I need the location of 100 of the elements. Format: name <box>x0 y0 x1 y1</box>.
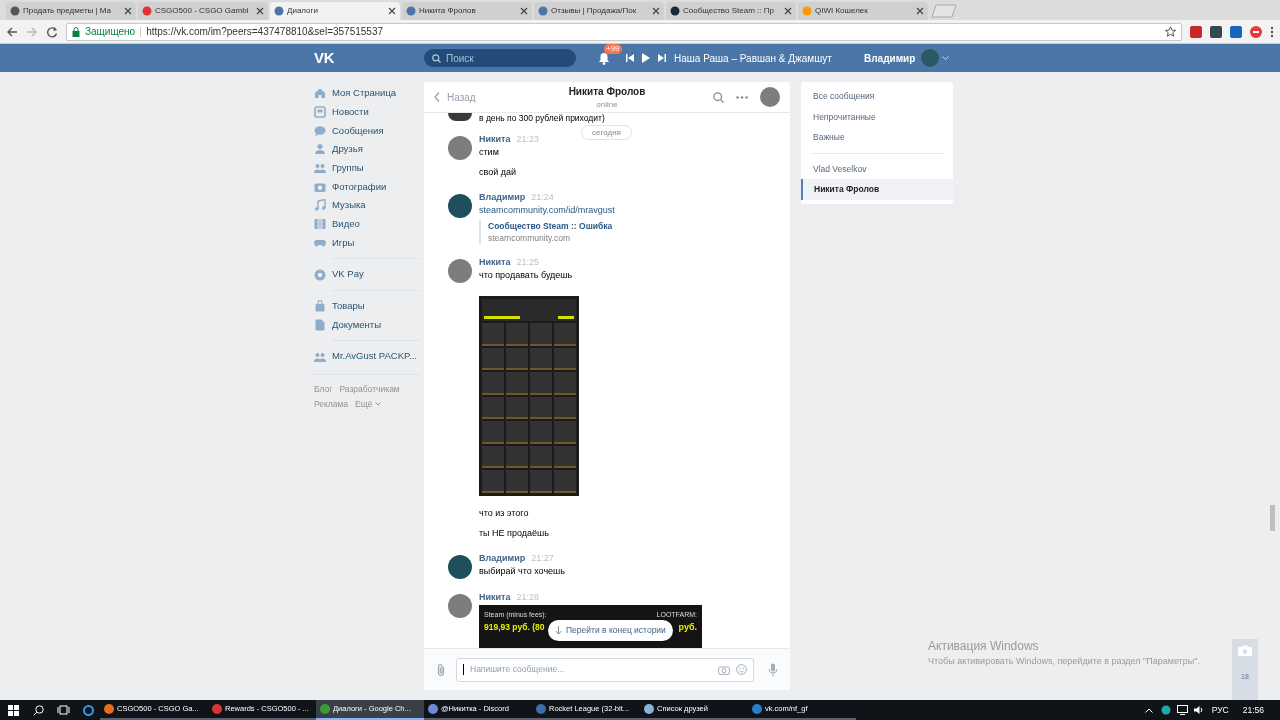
avatar[interactable] <box>448 259 472 283</box>
scrollbar-thumb[interactable] <box>1270 505 1275 531</box>
browser-tab[interactable]: Никита Фролов <box>402 2 532 20</box>
sidebar-item[interactable]: Видео <box>314 214 420 234</box>
browser-tab[interactable]: QIWI Кошелек <box>798 2 928 20</box>
avatar[interactable] <box>760 87 780 107</box>
user-name[interactable]: Владимир <box>864 50 916 66</box>
tab-title: Сообщество Steam :: Пр <box>683 5 775 17</box>
browser-tab[interactable]: Сообщество Steam :: Пр <box>666 2 796 20</box>
author-name[interactable]: Никита <box>479 591 511 605</box>
filter-item[interactable]: Непрочитанные <box>801 106 953 128</box>
extension-icon[interactable] <box>1190 25 1202 38</box>
star-icon[interactable] <box>1165 26 1176 37</box>
bell-icon[interactable] <box>598 52 610 65</box>
extension-icon[interactable] <box>1210 25 1222 38</box>
author-name[interactable]: Никита <box>479 256 511 270</box>
secure-label: Защищено <box>85 25 136 39</box>
tray-icon[interactable] <box>1160 705 1171 715</box>
caret-up-icon[interactable] <box>1144 707 1153 713</box>
avatar[interactable] <box>448 136 472 160</box>
menu-icon[interactable] <box>1270 25 1274 38</box>
close-icon[interactable] <box>784 7 792 15</box>
filter-item[interactable]: Никита Фролов <box>801 179 953 201</box>
close-icon[interactable] <box>916 7 924 15</box>
sidebar-item[interactable]: Товары <box>314 296 420 316</box>
back-icon[interactable] <box>6 25 18 38</box>
search-icon[interactable] <box>33 704 44 716</box>
tab-title: Отзывы | Продажа/Пок <box>551 5 638 17</box>
message-text: стим <box>479 146 500 159</box>
sidebar-item[interactable]: Документы <box>314 315 420 335</box>
extension-icon[interactable] <box>1230 25 1242 38</box>
next-track-icon[interactable] <box>658 54 666 62</box>
inventory-screenshot[interactable] <box>479 296 579 496</box>
favicon-icon <box>406 6 416 16</box>
message-time: 21:28 <box>516 591 539 605</box>
sidebar-item[interactable]: VK Pay <box>314 265 420 284</box>
message-link[interactable]: steamcommunity.com/id/mravgust <box>479 204 615 217</box>
reload-icon[interactable] <box>46 25 58 38</box>
close-icon[interactable] <box>388 7 396 15</box>
browser-tab[interactable]: Отзывы | Продажа/Пок <box>534 2 664 20</box>
scroll-to-end-button[interactable]: Перейти в конец истории <box>548 620 673 641</box>
favicon-icon <box>670 6 680 16</box>
avatar[interactable] <box>448 194 472 218</box>
more-icon[interactable] <box>736 95 748 99</box>
caret-icon[interactable] <box>942 55 950 61</box>
language-indicator[interactable]: РУС <box>1211 703 1229 717</box>
lock-icon <box>72 26 80 37</box>
speaker-icon[interactable] <box>1193 705 1204 715</box>
now-playing[interactable]: Наша Раша – Равшан & Джамшут <box>674 50 864 66</box>
browser-icon[interactable] <box>83 704 94 716</box>
tab-title: CSGO500 - CSGO Gambl <box>155 5 250 17</box>
document-icon <box>314 318 326 331</box>
logo[interactable]: VK <box>314 46 424 70</box>
sidebar-item[interactable]: Музыка <box>314 196 420 215</box>
sidebar-item[interactable]: Моя Страница <box>314 84 420 103</box>
sidebar-item[interactable]: Друзья <box>314 140 420 159</box>
music-note-icon <box>314 199 326 212</box>
browser-tab[interactable]: Диалоги <box>270 2 400 20</box>
notification-badge: +99 <box>604 44 622 54</box>
avatar <box>448 113 472 121</box>
address-field[interactable]: Защищено https://vk.com/im?peers=437478810&sel=357515537 <box>66 22 1182 41</box>
search-icon <box>432 53 441 63</box>
avatar[interactable] <box>448 594 472 618</box>
caret-icon <box>374 402 381 407</box>
filter-item[interactable]: Vlad Veselkov <box>801 158 953 180</box>
previous-track-icon[interactable] <box>626 54 634 62</box>
favicon-icon <box>802 6 812 16</box>
browser-tab[interactable]: CSGO500 - CSGO Gambl <box>138 2 268 20</box>
close-icon[interactable] <box>652 7 660 15</box>
filter-item[interactable]: Важные <box>801 127 953 148</box>
attachment-title[interactable]: Сообщество Steam :: Ошибка <box>488 220 615 232</box>
sidebar-item[interactable]: Игры <box>314 233 420 253</box>
message-time: 21:24 <box>531 191 554 205</box>
search-field[interactable]: Поиск <box>424 49 576 67</box>
avatar[interactable] <box>448 555 472 579</box>
windows-logo-icon[interactable] <box>8 704 19 716</box>
author-name[interactable]: Никита <box>479 133 511 147</box>
chat-title[interactable]: Никита Фролов <box>568 83 646 99</box>
play-icon[interactable] <box>642 53 650 63</box>
stop-icon[interactable] <box>1250 25 1262 38</box>
clock[interactable]: 21:56 <box>1242 703 1264 717</box>
paperclip-icon[interactable] <box>436 662 446 677</box>
sidebar-item[interactable]: Группы <box>314 158 420 178</box>
sidebar-item[interactable]: Mr.AvGust PACKP... <box>314 347 420 366</box>
sidebar-item[interactable]: Фотографии <box>314 177 420 197</box>
task-view-icon[interactable] <box>57 705 70 715</box>
network-icon[interactable] <box>1176 705 1188 715</box>
sidebar-item[interactable]: Новости <box>314 102 420 122</box>
message-time: 21:25 <box>516 256 539 270</box>
close-icon[interactable] <box>124 7 132 15</box>
price-value: 919,93 руб. (80 <box>484 620 545 634</box>
attachment-domain: steamcommunity.com <box>488 232 572 244</box>
author-name[interactable]: Владимир <box>479 191 526 205</box>
author-name[interactable]: Владимир <box>479 552 526 566</box>
close-icon[interactable] <box>256 7 264 15</box>
close-icon[interactable] <box>520 7 528 15</box>
filter-item[interactable]: Все сообщения <box>801 86 953 107</box>
people-icon <box>314 350 326 363</box>
browser-tab[interactable]: Продать предметы | Ma <box>6 2 136 20</box>
sidebar-item[interactable]: Сообщения <box>314 121 420 141</box>
